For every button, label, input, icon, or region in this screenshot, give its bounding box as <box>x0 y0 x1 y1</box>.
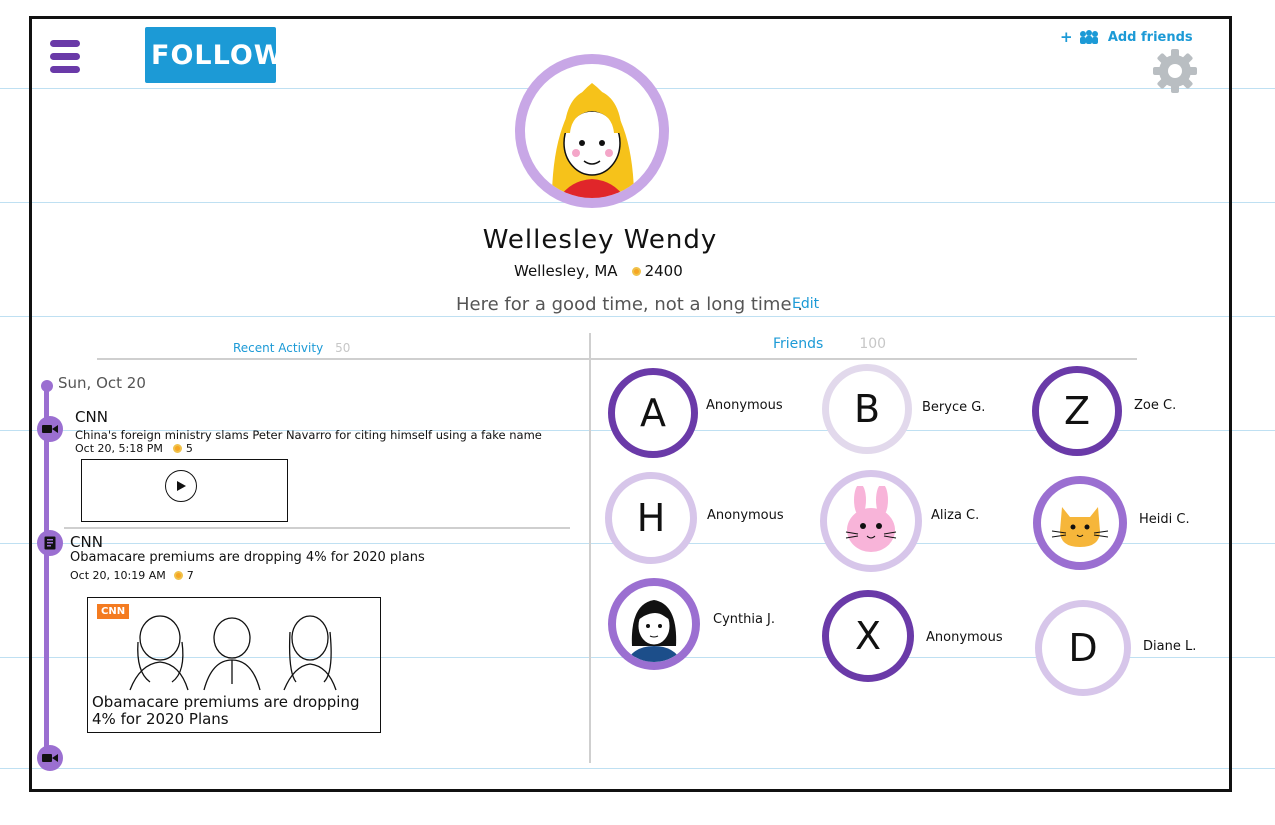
girl-avatar <box>626 600 682 662</box>
cat-avatar <box>1051 507 1109 547</box>
friend-name[interactable]: Heidi C. <box>1139 512 1190 527</box>
tab-friends[interactable]: Friends 100 <box>773 336 886 352</box>
timeline-date: Sun, Oct 20 <box>58 374 146 392</box>
timeline-start-dot <box>41 380 53 392</box>
activity-meta: Oct 20, 10:19 AM 7 <box>70 569 194 582</box>
edit-bio-link[interactable]: Edit <box>792 296 819 312</box>
profile-avatar <box>515 54 669 208</box>
video-camera-icon <box>37 416 63 442</box>
friend-name[interactable]: Aliza C. <box>931 508 979 523</box>
column-divider <box>589 333 591 763</box>
activity-points: 5 <box>185 442 193 455</box>
friend-initial: Z <box>1063 389 1091 433</box>
profile-location-row: Wellesley, MA 2400 <box>514 262 683 280</box>
coin-icon <box>173 571 183 580</box>
friend-avatar[interactable]: Z <box>1032 366 1122 456</box>
article-icon <box>37 530 63 556</box>
add-friends-link[interactable]: + Add friends <box>1060 28 1193 46</box>
activity-points: 7 <box>186 569 194 582</box>
tab-recent-label: Recent Activity <box>233 341 324 355</box>
profile-bio: Here for a good time, not a long time . <box>456 294 803 315</box>
friend-initial: A <box>640 391 666 435</box>
friend-avatar[interactable] <box>1033 476 1127 570</box>
bunny-avatar <box>845 486 897 552</box>
friend-name[interactable]: Anonymous <box>706 398 783 413</box>
add-friends-icon: + <box>1060 28 1100 46</box>
add-friends-label: Add friends <box>1107 29 1193 45</box>
tab-recent-activity[interactable]: Recent Activity 50 <box>233 341 350 355</box>
coin-icon <box>172 444 182 453</box>
friend-name[interactable]: Zoe C. <box>1134 398 1176 413</box>
tab-friends-count: 100 <box>859 336 887 352</box>
friend-initial: X <box>854 614 882 658</box>
hamburger-menu-icon[interactable] <box>50 40 80 80</box>
friend-name[interactable]: Beryce G. <box>922 400 985 415</box>
activity-divider <box>64 527 570 529</box>
tabs-divider <box>97 358 1137 360</box>
tab-recent-count: 50 <box>335 341 351 355</box>
follow-button[interactable]: FOLLOW <box>145 27 284 83</box>
friend-initial: D <box>1068 626 1098 670</box>
play-icon[interactable] <box>165 470 197 502</box>
article-image-caption: Obamacare premiums are dropping 4% for 2… <box>92 693 360 728</box>
gear-icon[interactable] <box>1150 46 1200 96</box>
friend-name[interactable]: Anonymous <box>926 630 1003 645</box>
coin-icon <box>631 266 641 276</box>
friend-initial: H <box>636 496 666 540</box>
activity-meta: Oct 20, 5:18 PM 5 <box>75 442 193 455</box>
friend-avatar[interactable]: A <box>608 368 698 458</box>
friend-name[interactable]: Cynthia J. <box>713 612 775 627</box>
friend-avatar[interactable]: D <box>1035 600 1131 696</box>
activity-headline[interactable]: Obamacare premiums are dropping 4% for 2… <box>70 550 425 565</box>
friend-avatar[interactable]: X <box>822 590 914 682</box>
activity-time: Oct 20, 5:18 PM <box>75 442 163 455</box>
tab-friends-label: Friends <box>773 336 824 352</box>
profile-location: Wellesley, MA <box>514 262 618 280</box>
activity-source: CNN <box>75 408 108 426</box>
activity-time: Oct 20, 10:19 AM <box>70 569 166 582</box>
friend-avatar[interactable]: H <box>605 472 697 564</box>
friend-name[interactable]: Diane L. <box>1143 639 1196 654</box>
friend-avatar[interactable]: B <box>822 364 912 454</box>
profile-points: 2400 <box>644 262 683 280</box>
friend-avatar[interactable] <box>608 578 700 670</box>
profile-name: Wellesley Wendy <box>482 225 718 255</box>
friend-avatar[interactable] <box>820 470 922 572</box>
activity-headline[interactable]: China's foreign ministry slams Peter Nav… <box>75 428 542 442</box>
video-camera-icon <box>37 745 63 771</box>
friend-name[interactable]: Anonymous <box>707 508 784 523</box>
people-sketch-illustration <box>129 615 337 691</box>
friend-initial: B <box>853 387 881 431</box>
activity-source: CNN <box>70 533 103 551</box>
